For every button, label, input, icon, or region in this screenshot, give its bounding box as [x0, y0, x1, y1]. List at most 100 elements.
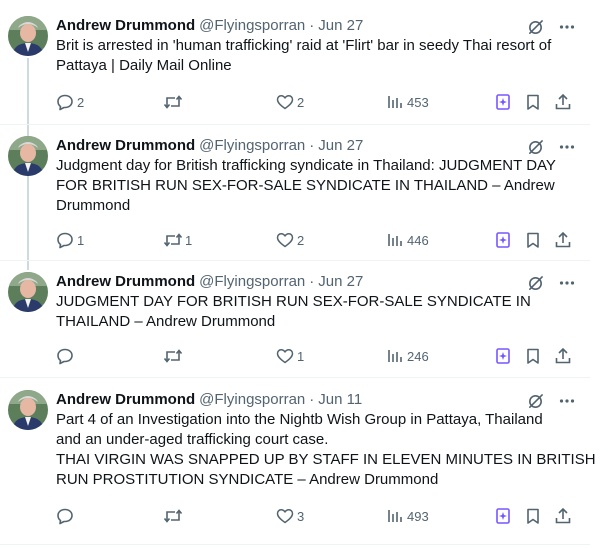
views-count: 493	[407, 508, 429, 524]
retweet-arrows-icon	[163, 506, 183, 526]
heart-icon	[275, 506, 295, 526]
retweet-arrows-icon	[163, 230, 183, 250]
like-button[interactable]: 1	[275, 346, 304, 366]
share-button[interactable]	[553, 346, 573, 366]
tweet-header: Andrew Drummond @Flyingsporran · Jun 11	[56, 390, 362, 410]
grok-button[interactable]	[493, 346, 513, 366]
views-button[interactable]: 453	[385, 92, 429, 112]
author-handle[interactable]: @Flyingsporran	[199, 17, 305, 34]
grok-star-icon	[493, 506, 513, 526]
author-name[interactable]: Andrew Drummond	[56, 391, 195, 408]
tweet-text: JUDGMENT DAY FOR BRITISH RUN SEX-FOR-SAL…	[56, 292, 581, 332]
more-dots-icon[interactable]	[558, 138, 576, 156]
reply-bubble-icon	[55, 230, 75, 250]
tweet-header: Andrew Drummond @Flyingsporran · Jun 27	[56, 16, 363, 36]
share-button[interactable]	[553, 230, 573, 250]
more-dots-icon[interactable]	[558, 18, 576, 36]
tweet-text-line: RUN PROSTITUTION SYNDICATE – Andrew Drum…	[56, 471, 439, 488]
like-button[interactable]: 2	[275, 230, 304, 250]
views-button[interactable]: 246	[385, 346, 429, 366]
share-icon	[553, 346, 573, 366]
tweet[interactable]: Andrew Drummond @Flyingsporran · Jun 27 Jud…	[0, 136, 590, 260]
author-handle[interactable]: @Flyingsporran	[199, 273, 305, 290]
retweet-button[interactable]: 1	[163, 230, 192, 250]
retweet-button[interactable]	[163, 346, 185, 366]
author-handle[interactable]: @Flyingsporran	[199, 391, 305, 408]
timeline: Andrew Drummond @Flyingsporran · Jun 27 Bri…	[0, 0, 608, 548]
reply-bubble-icon	[55, 92, 75, 112]
separator-dot: ·	[309, 391, 315, 408]
tweet-divider	[0, 124, 590, 125]
tweet-actions: 2 2 453	[55, 92, 575, 112]
reply-bubble-icon	[55, 506, 75, 526]
grok-slash-icon[interactable]	[526, 274, 544, 292]
grok-star-icon	[493, 230, 513, 250]
tweet-text-line: Pattaya | Daily Mail Online	[56, 57, 232, 74]
tweet-divider	[0, 377, 590, 378]
grok-slash-icon[interactable]	[526, 18, 544, 36]
grok-slash-icon[interactable]	[526, 392, 544, 410]
more-dots-icon[interactable]	[558, 274, 576, 292]
grok-button[interactable]	[493, 92, 513, 112]
tweet[interactable]: Andrew Drummond @Flyingsporran · Jun 27 Bri…	[0, 16, 590, 126]
tweet[interactable]: Andrew Drummond @Flyingsporran · Jun 11 Par…	[0, 390, 596, 540]
tweet-text-line: Judgment day for British trafficking syn…	[56, 157, 556, 174]
avatar[interactable]	[8, 272, 48, 312]
views-bars-icon	[385, 230, 405, 250]
tweet-text-line: THAI VIRGIN WAS SNAPPED UP BY STAFF IN E…	[56, 451, 596, 468]
grok-star-icon	[493, 92, 513, 112]
retweet-button[interactable]	[163, 506, 185, 526]
grok-button[interactable]	[493, 230, 513, 250]
tweet-date[interactable]: Jun 11	[318, 391, 362, 408]
tweet-actions: 1 1 2 446	[55, 230, 575, 250]
bookmark-icon	[523, 346, 543, 366]
author-name[interactable]: Andrew Drummond	[56, 17, 195, 34]
avatar[interactable]	[8, 390, 48, 430]
author-name[interactable]: Andrew Drummond	[56, 137, 195, 154]
views-button[interactable]: 493	[385, 506, 429, 526]
reply-button[interactable]	[55, 346, 77, 366]
tweet[interactable]: Andrew Drummond @Flyingsporran · Jun 27 JUD…	[0, 272, 590, 368]
reply-button[interactable]: 1	[55, 230, 84, 250]
tweet-text-line: Part 4 of an Investigation into the Nigh…	[56, 411, 543, 428]
retweet-button[interactable]	[163, 92, 185, 112]
like-button[interactable]: 3	[275, 506, 304, 526]
tweet-divider	[0, 260, 590, 261]
like-count: 3	[297, 508, 305, 524]
grok-slash-icon[interactable]	[526, 138, 544, 156]
tweet-date[interactable]: Jun 27	[318, 273, 363, 290]
tweet-date[interactable]: Jun 27	[318, 17, 363, 34]
bookmark-button[interactable]	[523, 506, 543, 526]
reply-button[interactable]: 2	[55, 92, 84, 112]
bookmark-button[interactable]	[523, 346, 543, 366]
more-dots-icon[interactable]	[558, 392, 576, 410]
tweet-text-line: THAILAND – Andrew Drummond	[56, 313, 276, 330]
bookmark-icon	[523, 230, 543, 250]
author-handle[interactable]: @Flyingsporran	[199, 137, 305, 154]
bookmark-button[interactable]	[523, 92, 543, 112]
bookmark-button[interactable]	[523, 230, 543, 250]
grok-button[interactable]	[493, 506, 513, 526]
avatar[interactable]	[8, 136, 48, 176]
like-button[interactable]: 2	[275, 92, 304, 112]
tweet-actions: 3 493	[55, 506, 575, 526]
tweet-date[interactable]: Jun 27	[318, 137, 363, 154]
tweet-divider	[0, 544, 590, 545]
separator-dot: ·	[309, 273, 315, 290]
reply-count: 1	[77, 232, 85, 248]
tweet-top-icons	[526, 138, 576, 156]
avatar[interactable]	[8, 16, 48, 56]
retweet-arrows-icon	[163, 346, 183, 366]
share-button[interactable]	[553, 92, 573, 112]
retweet-count: 1	[185, 232, 193, 248]
tweet-text-line: Drummond	[56, 197, 131, 214]
reply-button[interactable]	[55, 506, 77, 526]
author-name[interactable]: Andrew Drummond	[56, 273, 195, 290]
tweet-text-line: Brit is arrested in 'human trafficking' …	[56, 37, 552, 54]
like-count: 2	[297, 94, 305, 110]
tweet-header: Andrew Drummond @Flyingsporran · Jun 27	[56, 272, 363, 292]
share-icon	[553, 230, 573, 250]
share-button[interactable]	[553, 506, 573, 526]
views-bars-icon	[385, 506, 405, 526]
views-button[interactable]: 446	[385, 230, 429, 250]
